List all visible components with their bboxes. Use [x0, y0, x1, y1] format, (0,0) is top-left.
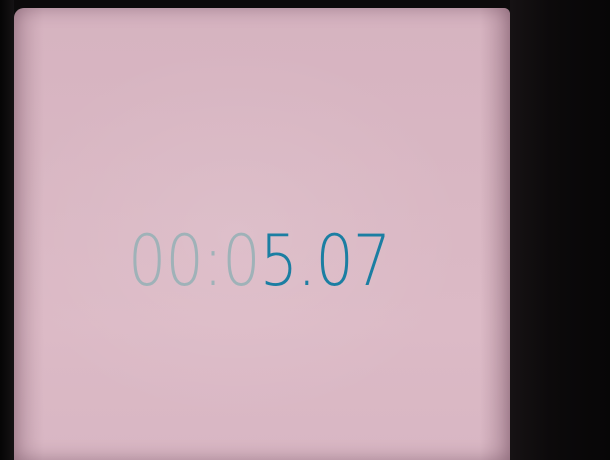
photo-of-phone: 00:05.07	[0, 0, 610, 460]
phone-bezel-left	[0, 0, 14, 460]
stopwatch-leading-digits: 00:0	[128, 220, 261, 302]
stopwatch-time-display: 00:05.07	[128, 226, 391, 296]
stopwatch-elapsed-digits: 5.07	[259, 220, 391, 302]
phone-bezel-right	[510, 0, 610, 460]
